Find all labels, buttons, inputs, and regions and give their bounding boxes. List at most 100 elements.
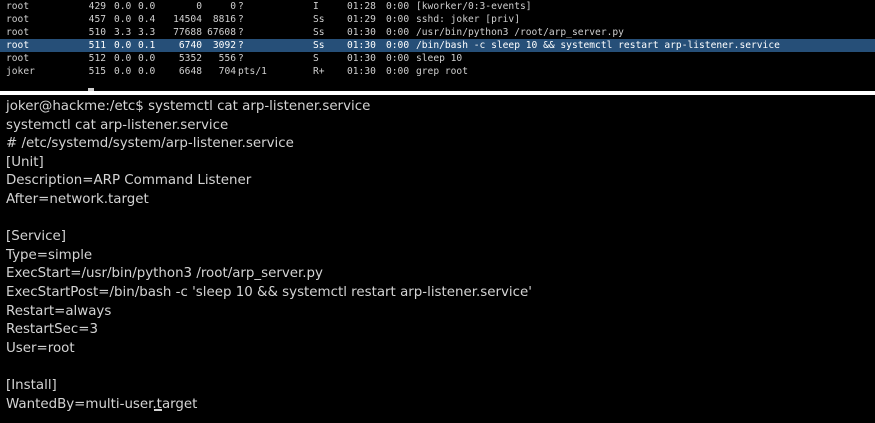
process-command: sleep 10 bbox=[416, 53, 463, 64]
terminal-line-text: User=root bbox=[6, 340, 75, 356]
terminal-line: ExecStartPost=/bin/bash -c 'sleep 10 && … bbox=[0, 284, 875, 303]
terminal-line-text: [Service] bbox=[6, 229, 66, 245]
process-pid: 511 bbox=[88, 40, 106, 51]
process-cpu: 0.0 bbox=[114, 40, 132, 51]
process-vsz: 5352 bbox=[178, 53, 202, 64]
process-list-pane: root 429 0.0 0.0 0 0? I 01:28 0:00 [kworker/0:3-e… bbox=[0, 0, 875, 91]
process-row-selected[interactable]: root 511 0.0 0.1 6740 3092? Ss 01:30 0:00/bin/ba… bbox=[0, 39, 875, 52]
process-rss: 67608 bbox=[207, 27, 236, 38]
process-row[interactable]: joker 515 0.0 0.0 6648 704 pts/1 R+ 01:30 0:00 gre… bbox=[0, 65, 875, 78]
process-mem: 0.0 bbox=[138, 1, 156, 12]
shell-prompt-line: joker@hackme:/etc$ systemctl cat arp-lis… bbox=[0, 98, 875, 117]
terminal-line: Description=ARP Command Listener bbox=[0, 172, 875, 191]
process-rss: 556 bbox=[218, 53, 236, 64]
terminal-line-text: ExecStart=/usr/bin/python3 /root/arp_ser… bbox=[6, 266, 323, 282]
screenshot: root 429 0.0 0.0 0 0? I 01:28 0:00 [kworker/0:3-e… bbox=[0, 0, 875, 423]
process-user: joker bbox=[6, 66, 35, 77]
process-vsz: 6648 bbox=[178, 66, 202, 77]
process-time: 0:00 bbox=[386, 1, 410, 12]
process-vsz: 77688 bbox=[173, 27, 202, 38]
process-vsz: 14504 bbox=[173, 14, 202, 25]
process-user: root bbox=[6, 27, 30, 38]
process-start: 01:30 bbox=[347, 40, 376, 51]
terminal-line: RestartSec=3 bbox=[0, 321, 875, 340]
terminal-line: WantedBy=multi-user.target bbox=[0, 396, 875, 415]
process-pid: 512 bbox=[88, 53, 106, 64]
process-pid: 510 bbox=[88, 27, 106, 38]
process-user: root bbox=[6, 1, 30, 12]
process-tty: ? bbox=[238, 40, 244, 51]
process-pid: 429 bbox=[88, 1, 106, 12]
terminal-line-text: Description=ARP Command Listener bbox=[6, 173, 252, 189]
terminal-line: Type=simple bbox=[0, 247, 875, 266]
process-time: 0:00 bbox=[386, 66, 410, 77]
process-start: 01:30 bbox=[347, 27, 376, 38]
terminal-output-pane[interactable]: joker@hackme:/etc$ systemctl cat arp-lis… bbox=[0, 95, 875, 423]
terminal-line: Restart=always bbox=[0, 303, 875, 322]
process-rss: 704 bbox=[218, 66, 236, 77]
terminal-line-text: [Unit] bbox=[6, 154, 44, 170]
process-mem: 0.0 bbox=[138, 66, 156, 77]
terminal-line-text: WantedBy=multi-user.t bbox=[6, 396, 162, 412]
process-row[interactable]: root 510 3.3 3.3 77688 67608? Ss 01:30 0:00/usr/… bbox=[0, 26, 875, 39]
process-row[interactable]: root 429 0.0 0.0 0 0? I 01:28 0:00 [kworker/0:3-e… bbox=[0, 0, 875, 13]
process-cpu: 0.0 bbox=[114, 14, 132, 25]
terminal-line: [Service] bbox=[0, 228, 875, 247]
process-start: 01:30 bbox=[347, 53, 376, 64]
process-time: 0:00 bbox=[386, 40, 410, 51]
process-row[interactable]: root 457 0.0 0.4 14504 8816? Ss 01:29 0:00 sshd: … bbox=[0, 13, 875, 26]
process-row[interactable]: root 512 0.0 0.0 5352 556? S 01:30 0:00 sleep 10 bbox=[0, 52, 875, 65]
terminal-line-text: systemctl cat arp-listener.service bbox=[6, 117, 229, 133]
process-command: /usr/bin/python3 /root/arp_server.py bbox=[416, 27, 624, 38]
process-user: root bbox=[6, 14, 30, 25]
process-tty: ? bbox=[238, 14, 244, 25]
process-stat: R+ bbox=[313, 66, 325, 77]
terminal-line: [Install] bbox=[0, 377, 875, 396]
process-tty: ? bbox=[238, 1, 244, 12]
terminal-line: After=network.target bbox=[0, 191, 875, 210]
process-mem: 0.0 bbox=[138, 53, 156, 64]
process-cpu: 0.0 bbox=[114, 1, 132, 12]
terminal-line-text: [Install] bbox=[6, 377, 57, 393]
process-command: /bin/bash -c sleep 10 && systemctl resta… bbox=[416, 40, 780, 51]
process-user: root bbox=[6, 53, 30, 64]
process-time: 0:00 bbox=[386, 53, 410, 64]
process-stat: Ss bbox=[313, 14, 325, 25]
process-mem: 3.3 bbox=[138, 27, 156, 38]
process-mem: 0.1 bbox=[138, 40, 156, 51]
text-cursor bbox=[153, 408, 162, 411]
process-stat: I bbox=[313, 1, 319, 12]
process-stat: S bbox=[313, 53, 319, 64]
process-rss: 3092 bbox=[212, 40, 236, 51]
terminal-line: [Unit] bbox=[0, 154, 875, 173]
terminal-line: User=root bbox=[0, 340, 875, 359]
process-pid: 515 bbox=[88, 66, 106, 77]
process-stat: Ss bbox=[313, 27, 325, 38]
process-mem: 0.4 bbox=[138, 14, 156, 25]
process-cpu: 0.0 bbox=[114, 53, 132, 64]
process-stat: Ss bbox=[313, 40, 325, 51]
process-time: 0:00 bbox=[386, 14, 410, 25]
terminal-line: systemctl cat arp-listener.service bbox=[0, 117, 875, 136]
process-pid: 457 bbox=[88, 14, 106, 25]
process-tty: pts/1 bbox=[238, 66, 267, 77]
process-vsz: 0 bbox=[196, 1, 202, 12]
terminal-line-text: ExecStartPost=/bin/bash -c 'sleep 10 && … bbox=[6, 284, 532, 300]
terminal-line-text: Restart=always bbox=[6, 303, 112, 319]
process-start: 01:29 bbox=[347, 14, 376, 25]
process-rss: 0 bbox=[230, 1, 236, 12]
terminal-line-text-rest: arget bbox=[161, 396, 198, 412]
terminal-line-text: joker@hackme:/etc$ systemctl cat arp-lis… bbox=[6, 99, 371, 114]
process-cpu: 3.3 bbox=[114, 27, 132, 38]
process-tty: ? bbox=[238, 53, 244, 64]
terminal-line-text: After=network.target bbox=[6, 191, 149, 207]
process-command: grep root bbox=[416, 66, 468, 77]
terminal-line-text: Type=simple bbox=[6, 247, 93, 263]
terminal-line: ExecStart=/usr/bin/python3 /root/arp_ser… bbox=[0, 265, 875, 284]
terminal-line-text: RestartSec=3 bbox=[6, 322, 98, 338]
process-user: root bbox=[6, 40, 30, 51]
process-vsz: 6740 bbox=[178, 40, 202, 51]
process-tty: ? bbox=[238, 27, 244, 38]
